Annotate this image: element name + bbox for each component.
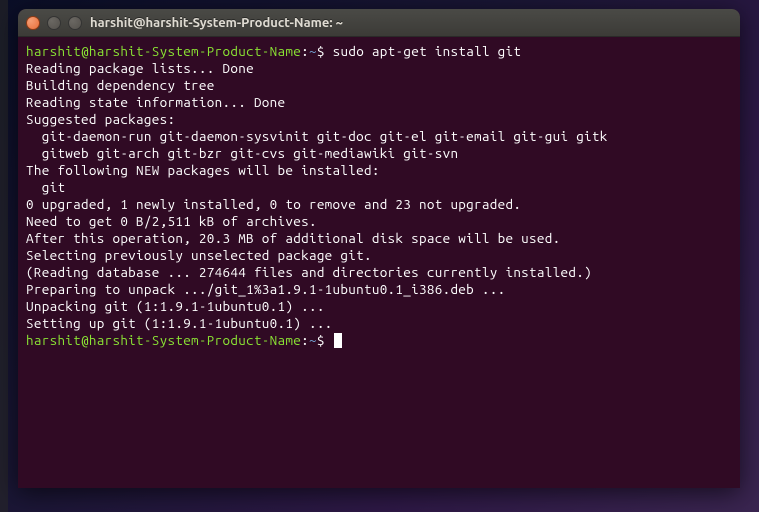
prompt-symbol: $ [317, 43, 325, 59]
window-titlebar[interactable]: harshit@harshit-System-Product-Name: ~ [18, 9, 740, 37]
output-line: gitweb git-arch git-bzr git-cvs git-medi… [26, 145, 732, 162]
terminal-window: harshit@harshit-System-Product-Name: ~ h… [18, 9, 740, 488]
output-line: Preparing to unpack .../git_1%3a1.9.1-1u… [26, 281, 732, 298]
output-line: Need to get 0 B/2,511 kB of archives. [26, 213, 732, 230]
terminal-content[interactable]: harshit@harshit-System-Product-Name:~$ s… [18, 37, 740, 355]
prompt-user-host: harshit@harshit-System-Product-Name [26, 332, 301, 348]
window-controls [26, 16, 82, 30]
prompt-path: ~ [309, 332, 317, 348]
output-line: Building dependency tree [26, 77, 732, 94]
output-line: Reading state information... Done [26, 94, 732, 111]
prompt-user-host: harshit@harshit-System-Product-Name [26, 43, 301, 59]
output-line: Selecting previously unselected package … [26, 247, 732, 264]
output-line: Reading package lists... Done [26, 60, 732, 77]
prompt-path: ~ [309, 43, 317, 59]
unity-launcher-edge [0, 0, 8, 512]
prompt-line-2: harshit@harshit-System-Product-Name:~$ [26, 332, 732, 349]
prompt-line-1: harshit@harshit-System-Product-Name:~$ s… [26, 43, 732, 60]
minimize-button[interactable] [47, 16, 61, 30]
maximize-button[interactable] [68, 16, 82, 30]
output-line: The following NEW packages will be insta… [26, 162, 732, 179]
output-line: git [26, 179, 732, 196]
output-line: Setting up git (1:1.9.1-1ubuntu0.1) ... [26, 315, 732, 332]
entered-command: sudo apt-get install git [333, 43, 522, 59]
cursor-icon [334, 333, 342, 348]
output-line: 0 upgraded, 1 newly installed, 0 to remo… [26, 196, 732, 213]
prompt-separator: : [301, 43, 309, 59]
output-line: After this operation, 20.3 MB of additio… [26, 230, 732, 247]
prompt-symbol: $ [317, 332, 325, 348]
output-line: Unpacking git (1:1.9.1-1ubuntu0.1) ... [26, 298, 732, 315]
output-line: git-daemon-run git-daemon-sysvinit git-d… [26, 128, 732, 145]
output-line: Suggested packages: [26, 111, 732, 128]
prompt-separator: : [301, 332, 309, 348]
close-button[interactable] [26, 16, 40, 30]
window-title: harshit@harshit-System-Product-Name: ~ [90, 16, 343, 30]
output-line: (Reading database ... 274644 files and d… [26, 264, 732, 281]
